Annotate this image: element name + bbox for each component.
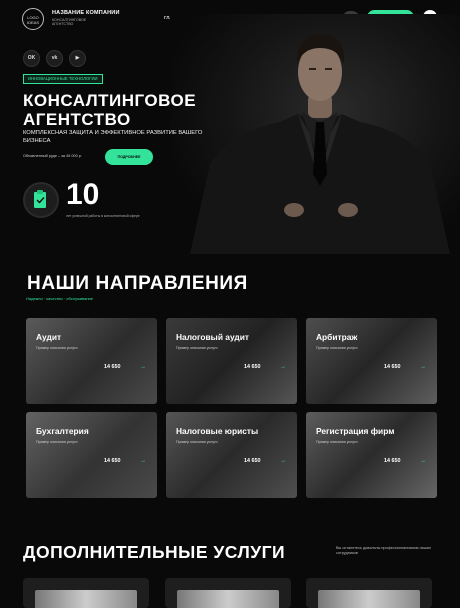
- years-caption: лет успешной работы в консалтинговой сфе…: [66, 214, 140, 218]
- direction-card-arbitration[interactable]: Арбитраж Пример описания услуги 14 650 →: [306, 318, 437, 404]
- card-photo: [26, 318, 157, 404]
- card-photo: [306, 412, 437, 498]
- company-logo[interactable]: LOGO IDEAS: [22, 8, 44, 30]
- ok-icon[interactable]: OK: [23, 50, 40, 67]
- direction-card-company-registration[interactable]: Регистрация фирм Пример описания услуги …: [306, 412, 437, 498]
- hero-businessman-photo: [170, 14, 460, 254]
- card-subtitle: Пример описания услуги: [316, 440, 358, 444]
- vk-icon[interactable]: vk: [46, 50, 63, 67]
- hero-tagline-badge: ИННОВАЦИОННЫЕ ТЕХНОЛОГИИ: [23, 74, 103, 84]
- card-title: Бухгалтерия: [36, 426, 89, 436]
- company-name: НАЗВАНИЕ КОМПАНИИ: [52, 10, 120, 16]
- company-tagline: КОНСАЛТИНГОВОЕ АГЕНТСТВО: [52, 18, 87, 27]
- card-subtitle: Пример описания услуги: [176, 346, 218, 350]
- card-title: Налоговые юристы: [176, 426, 259, 436]
- years-count: 10: [66, 178, 100, 211]
- learn-more-button[interactable]: ПОДРОБНЕЕ: [105, 149, 153, 165]
- card-title: Арбитраж: [316, 332, 358, 342]
- card-price: 14 650: [384, 364, 401, 370]
- card-photo: [35, 590, 137, 608]
- card-title: Налоговый аудит: [176, 332, 249, 342]
- additional-service-card[interactable]: [306, 578, 432, 608]
- arrow-right-icon[interactable]: →: [140, 364, 146, 370]
- card-photo: [166, 412, 297, 498]
- card-subtitle: Пример описания услуги: [36, 440, 78, 444]
- hero-price-note: Объявленный руде – за 45 000 р.: [23, 154, 82, 158]
- card-photo: [318, 590, 420, 608]
- card-price: 14 650: [244, 458, 261, 464]
- direction-card-accounting[interactable]: Бухгалтерия Пример описания услуги 14 65…: [26, 412, 157, 498]
- arrow-right-icon[interactable]: →: [420, 458, 426, 464]
- additional-service-card[interactable]: [23, 578, 149, 608]
- card-price: 14 650: [104, 364, 121, 370]
- arrow-right-icon[interactable]: →: [140, 458, 146, 464]
- card-price: 14 650: [104, 458, 121, 464]
- card-photo: [26, 412, 157, 498]
- document-check-icon: [34, 190, 46, 208]
- additional-services-title: ДОПОЛНИТЕЛЬНЫЕ УСЛУГИ: [23, 542, 286, 562]
- direction-card-tax-lawyers[interactable]: Налоговые юристы Пример описания услуги …: [166, 412, 297, 498]
- card-title: Регистрация фирм: [316, 426, 395, 436]
- card-photo: [306, 318, 437, 404]
- additional-services-note: Вы останетесь довольны профессионализмом…: [336, 546, 431, 555]
- hero-title: КОНСАЛТИНГОВОЕ АГЕНТСТВО: [23, 91, 197, 129]
- card-subtitle: Пример описания услуги: [176, 440, 218, 444]
- card-price: 14 650: [244, 364, 261, 370]
- arrow-right-icon[interactable]: →: [280, 458, 286, 464]
- additional-service-card[interactable]: [165, 578, 291, 608]
- direction-card-audit[interactable]: Аудит Пример описания услуги 14 650 →: [26, 318, 157, 404]
- card-photo: [177, 590, 279, 608]
- direction-card-tax-audit[interactable]: Налоговый аудит Пример описания услуги 1…: [166, 318, 297, 404]
- card-photo: [166, 318, 297, 404]
- youtube-icon[interactable]: ▶: [69, 50, 86, 67]
- card-title: Аудит: [36, 332, 62, 342]
- hero-subtitle: КОМПЛЕКСНАЯ ЗАЩИТА И ЭФФЕКТИВНОЕ РАЗВИТИ…: [23, 130, 203, 144]
- arrow-right-icon[interactable]: →: [280, 364, 286, 370]
- card-subtitle: Пример описания услуги: [36, 346, 78, 350]
- directions-subtitle: Надежно · качество · обслуживание: [26, 296, 93, 301]
- card-price: 14 650: [384, 458, 401, 464]
- directions-title: НАШИ НАПРАВЛЕНИЯ: [27, 273, 248, 294]
- arrow-right-icon[interactable]: →: [420, 364, 426, 370]
- card-subtitle: Пример описания услуги: [316, 346, 358, 350]
